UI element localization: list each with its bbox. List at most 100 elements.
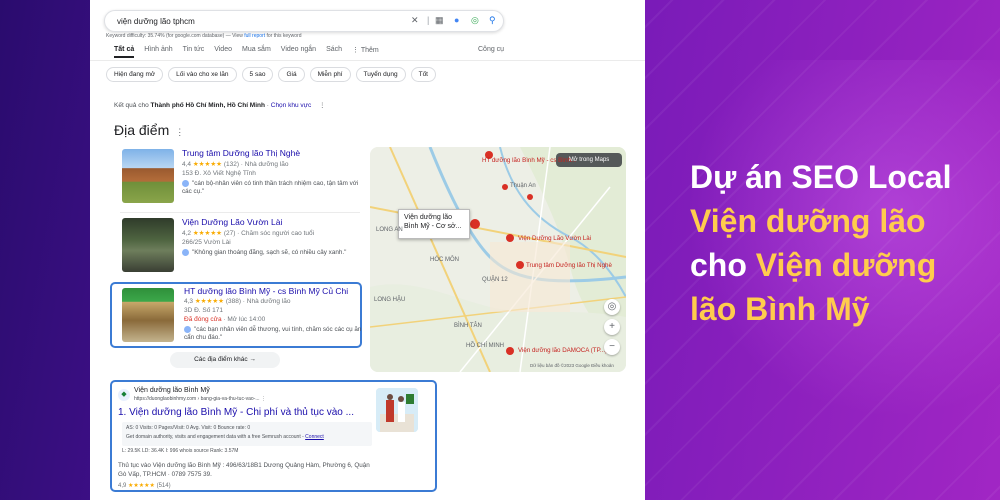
tab-news[interactable]: Tin tức [183, 46, 205, 58]
map-area-label: Thuận An [510, 183, 536, 189]
result-review-count: (514) [156, 483, 171, 489]
map-area-label: BÌNH TÂN [454, 323, 482, 329]
result-title-link[interactable]: 1. Viện dưỡng lão Bình Mỹ - Chi phí và t… [118, 407, 354, 418]
result-description: Thủ tục vào Viện dưỡng lão Bình Mỹ : 496… [118, 462, 370, 478]
kd-full-report-link[interactable]: full report [244, 33, 265, 39]
map-zoom-in-button[interactable]: + [604, 319, 620, 335]
place-rating: 4,4 [182, 161, 192, 168]
chip-wheelchair[interactable]: Lối vào cho xe lăn [168, 67, 237, 82]
search-input[interactable]: viện dưỡng lão tphcm [117, 17, 195, 26]
reviewer-avatar [182, 180, 189, 187]
map-panel[interactable]: Mở trong Maps Viện dưỡng lão Bình Mỹ - C… [370, 147, 626, 372]
chip-good[interactable]: Tốt [410, 67, 436, 82]
choose-area-link[interactable]: Chọn khu vực [271, 102, 311, 109]
headline-line-3a: cho [690, 247, 756, 283]
semrush-note: Get domain authority, visits and engagem… [126, 434, 324, 440]
lens-icon[interactable]: ◎ [471, 15, 479, 26]
semrush-note-text: Get domain authority, visits and engagem… [126, 434, 304, 440]
result-thumbnail[interactable] [376, 388, 418, 432]
location-prefix: Kết quả cho [114, 102, 149, 109]
map-callout[interactable]: Viện dưỡng lão Bình Mỹ - Cơ sở... [398, 209, 470, 239]
result-rating-value: 4,9 [118, 483, 127, 489]
divider [120, 212, 360, 213]
tab-books[interactable]: Sách [326, 46, 342, 58]
chip-5-stars[interactable]: 5 sao [241, 67, 274, 82]
headline-line-4: lão Bình Mỹ [690, 291, 870, 327]
place-name[interactable]: Trung tâm Dưỡng lão Thị Nghè [182, 148, 300, 158]
place-review: "cán bộ-nhân viên có tinh thần trách nhi… [182, 180, 360, 196]
search-icon[interactable]: ⚲ [489, 15, 496, 26]
reviewer-avatar [184, 326, 191, 333]
result-rating: 4,9 ★★★★★ (514) [118, 482, 171, 489]
tab-all[interactable]: Tất cả [114, 46, 135, 58]
place-card-2[interactable]: Viện Dưỡng Lão Vườn Lài 4,2 ★★★★★ (27) ·… [110, 215, 362, 277]
tab-short-videos[interactable]: Video ngắn [281, 46, 316, 58]
result-url[interactable]: https://duonglaobinhmy.com › bang-gia-va… [134, 396, 266, 402]
place-thumbnail [122, 149, 174, 203]
tools-button[interactable]: Công cụ [478, 46, 504, 53]
location-place: Thành phố Hồ Chí Minh, Hồ Chí Minh [150, 102, 265, 109]
tab-more[interactable]: ⋮ Thêm [352, 46, 379, 58]
places-more-icon[interactable]: ⋮ [175, 127, 184, 137]
keyword-difficulty: Keyword difficulty: 35.74% (for google.c… [106, 33, 302, 39]
keyboard-icon[interactable]: ▦ [435, 15, 444, 26]
place-card-3[interactable]: HT dưỡng lão Bình Mỹ - cs Bình Mỹ Củ Chi… [110, 282, 362, 348]
result-site-name[interactable]: Viện dưỡng lão Bình Mỹ [134, 387, 210, 394]
place-thumbnail [122, 288, 174, 342]
map-area-label: LONG HẬU [374, 297, 406, 303]
semrush-links-row: L: 29.5K LD: 36.4K I: 996 whois source R… [122, 448, 239, 454]
place-card-1[interactable]: Trung tâm Dưỡng lão Thị Nghè 4,4 ★★★★★ (… [110, 146, 362, 208]
map-pin-label-3[interactable]: Trung tâm Dưỡng lão Thị Nghè [526, 262, 612, 269]
location-info: Kết quả cho Thành phố Hồ Chí Minh, Hồ Ch… [114, 101, 326, 109]
more-options-icon[interactable]: ⋮ [319, 102, 326, 109]
place-rating: 4,2 [182, 230, 192, 237]
place-address: 153 Đ. Xô Viết Nghệ Tĩnh [182, 170, 256, 177]
search-bar[interactable]: viện dưỡng lão tphcm ✕ | ▦ ● ◎ ⚲ [104, 10, 504, 32]
tab-videos[interactable]: Video [214, 46, 232, 58]
organic-result[interactable]: ◆ Viện dưỡng lão Bình Mỹ https://duongla… [110, 380, 437, 492]
map-zoom-out-button[interactable]: − [604, 339, 620, 355]
site-favicon-icon: ◆ [118, 389, 130, 401]
place-hours: Đã đóng cửa · Mở lúc 14:00 [184, 316, 265, 323]
place-status-closed: Đã đóng cửa [184, 316, 222, 323]
map-pin-label-4[interactable]: Viện dưỡng lão DAMOCA (TP...) [518, 347, 607, 354]
chip-free[interactable]: Miễn phí [309, 67, 351, 82]
map-area-label: QUẬN 12 [482, 277, 508, 283]
place-name[interactable]: HT dưỡng lão Bình Mỹ - cs Bình Mỹ Củ Chi [184, 286, 348, 296]
place-review: "các bạn nhân viên dễ thương, vui tính, … [184, 326, 362, 342]
place-review: "Không gian thoáng đãng, sạch sẽ, có nhi… [182, 249, 360, 257]
places-title: Địa điểm [114, 122, 170, 138]
clear-icon[interactable]: ✕ [411, 15, 419, 26]
map-zoom-controls: ◎ + − [604, 299, 620, 363]
chip-open-now[interactable]: Hiện đang mở [106, 67, 164, 82]
map-pin-label-2[interactable]: Viện Dưỡng Lão Vườn Lài [518, 235, 591, 242]
microphone-icon[interactable]: ● [454, 15, 459, 25]
map-pin-label-1[interactable]: HT dưỡng lão Bình Mỹ - cs Bình... [482, 157, 576, 164]
chip-hiring[interactable]: Tuyển dụng [355, 67, 406, 82]
tab-shopping[interactable]: Mua sắm [242, 46, 271, 58]
kd-tail: for this keyword [266, 33, 302, 39]
chip-price[interactable]: Giá [278, 67, 305, 82]
map-area-label: HỒ CHÍ MINH [466, 343, 504, 349]
reviewer-avatar [182, 249, 189, 256]
place-thumbnail [122, 218, 174, 272]
headline-line-3: cho Viện dưỡng [690, 243, 990, 287]
map-locate-button[interactable]: ◎ [604, 299, 620, 315]
more-places-button[interactable]: Các địa điểm khác → [170, 352, 280, 368]
headline-line-1: Dự án SEO Local [690, 159, 952, 195]
place-address: 266/25 Vườn Lài [182, 239, 231, 246]
place-review-text: "Không gian thoáng đãng, sạch sẽ, có nhi… [192, 249, 347, 257]
place-name[interactable]: Viện Dưỡng Lão Vườn Lài [182, 217, 282, 227]
filter-chips: Hiện đang mở Lối vào cho xe lăn 5 sao Gi… [106, 67, 436, 82]
place-address: 3D Đ. Số 171 [184, 307, 224, 314]
semrush-connect-link[interactable]: Connect [305, 434, 324, 440]
divider: | [427, 15, 430, 25]
place-status-open: · Mở lúc 14:00 [221, 316, 266, 323]
tab-images[interactable]: Hình ảnh [144, 46, 172, 58]
place-rating-row: 4,2 ★★★★★ (27) · Chăm sóc người cao tuổi [182, 229, 314, 237]
thumbnail-drawing [376, 388, 418, 432]
place-review-text: "cán bộ-nhân viên có tinh thần trách nhi… [182, 180, 359, 196]
place-stars: ★★★★★ [192, 230, 222, 237]
map-attribution: Dữ liệu bản đồ ©2023 Google Điều khoản [530, 363, 614, 368]
place-meta: (27) · Chăm sóc người cao tuổi [223, 230, 315, 237]
